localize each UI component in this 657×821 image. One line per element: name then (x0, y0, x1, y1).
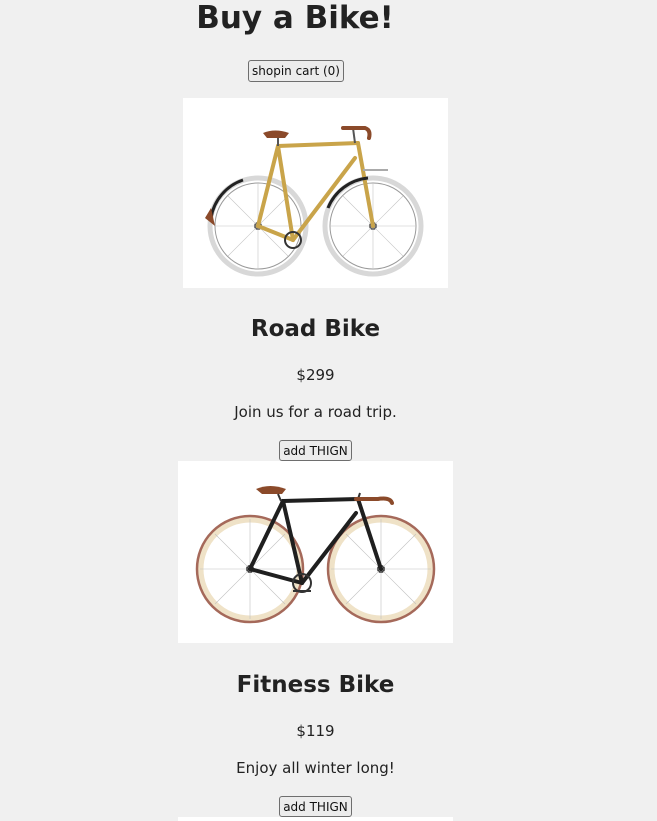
bike-photo-icon (178, 461, 453, 643)
page-title: Buy a Bike! (196, 0, 394, 36)
shopping-cart-button[interactable]: shopin cart (0) (248, 60, 344, 82)
product-image (183, 98, 448, 288)
product-image (178, 817, 453, 821)
product-image (178, 461, 453, 643)
add-to-cart-button[interactable]: add THIGN (279, 796, 352, 817)
product-description: Enjoy all winter long! (236, 759, 395, 777)
page: Buy a Bike! shopin cart (0) Road Bike $2… (0, 0, 657, 821)
add-to-cart-button[interactable]: add THIGN (279, 440, 352, 461)
product-description: Join us for a road trip. (234, 403, 397, 421)
product-price: $299 (296, 366, 335, 384)
product-name: Fitness Bike (236, 672, 395, 698)
product-price: $119 (296, 722, 335, 740)
bike-photo-icon (183, 98, 448, 288)
product-name: Road Bike (250, 316, 381, 342)
